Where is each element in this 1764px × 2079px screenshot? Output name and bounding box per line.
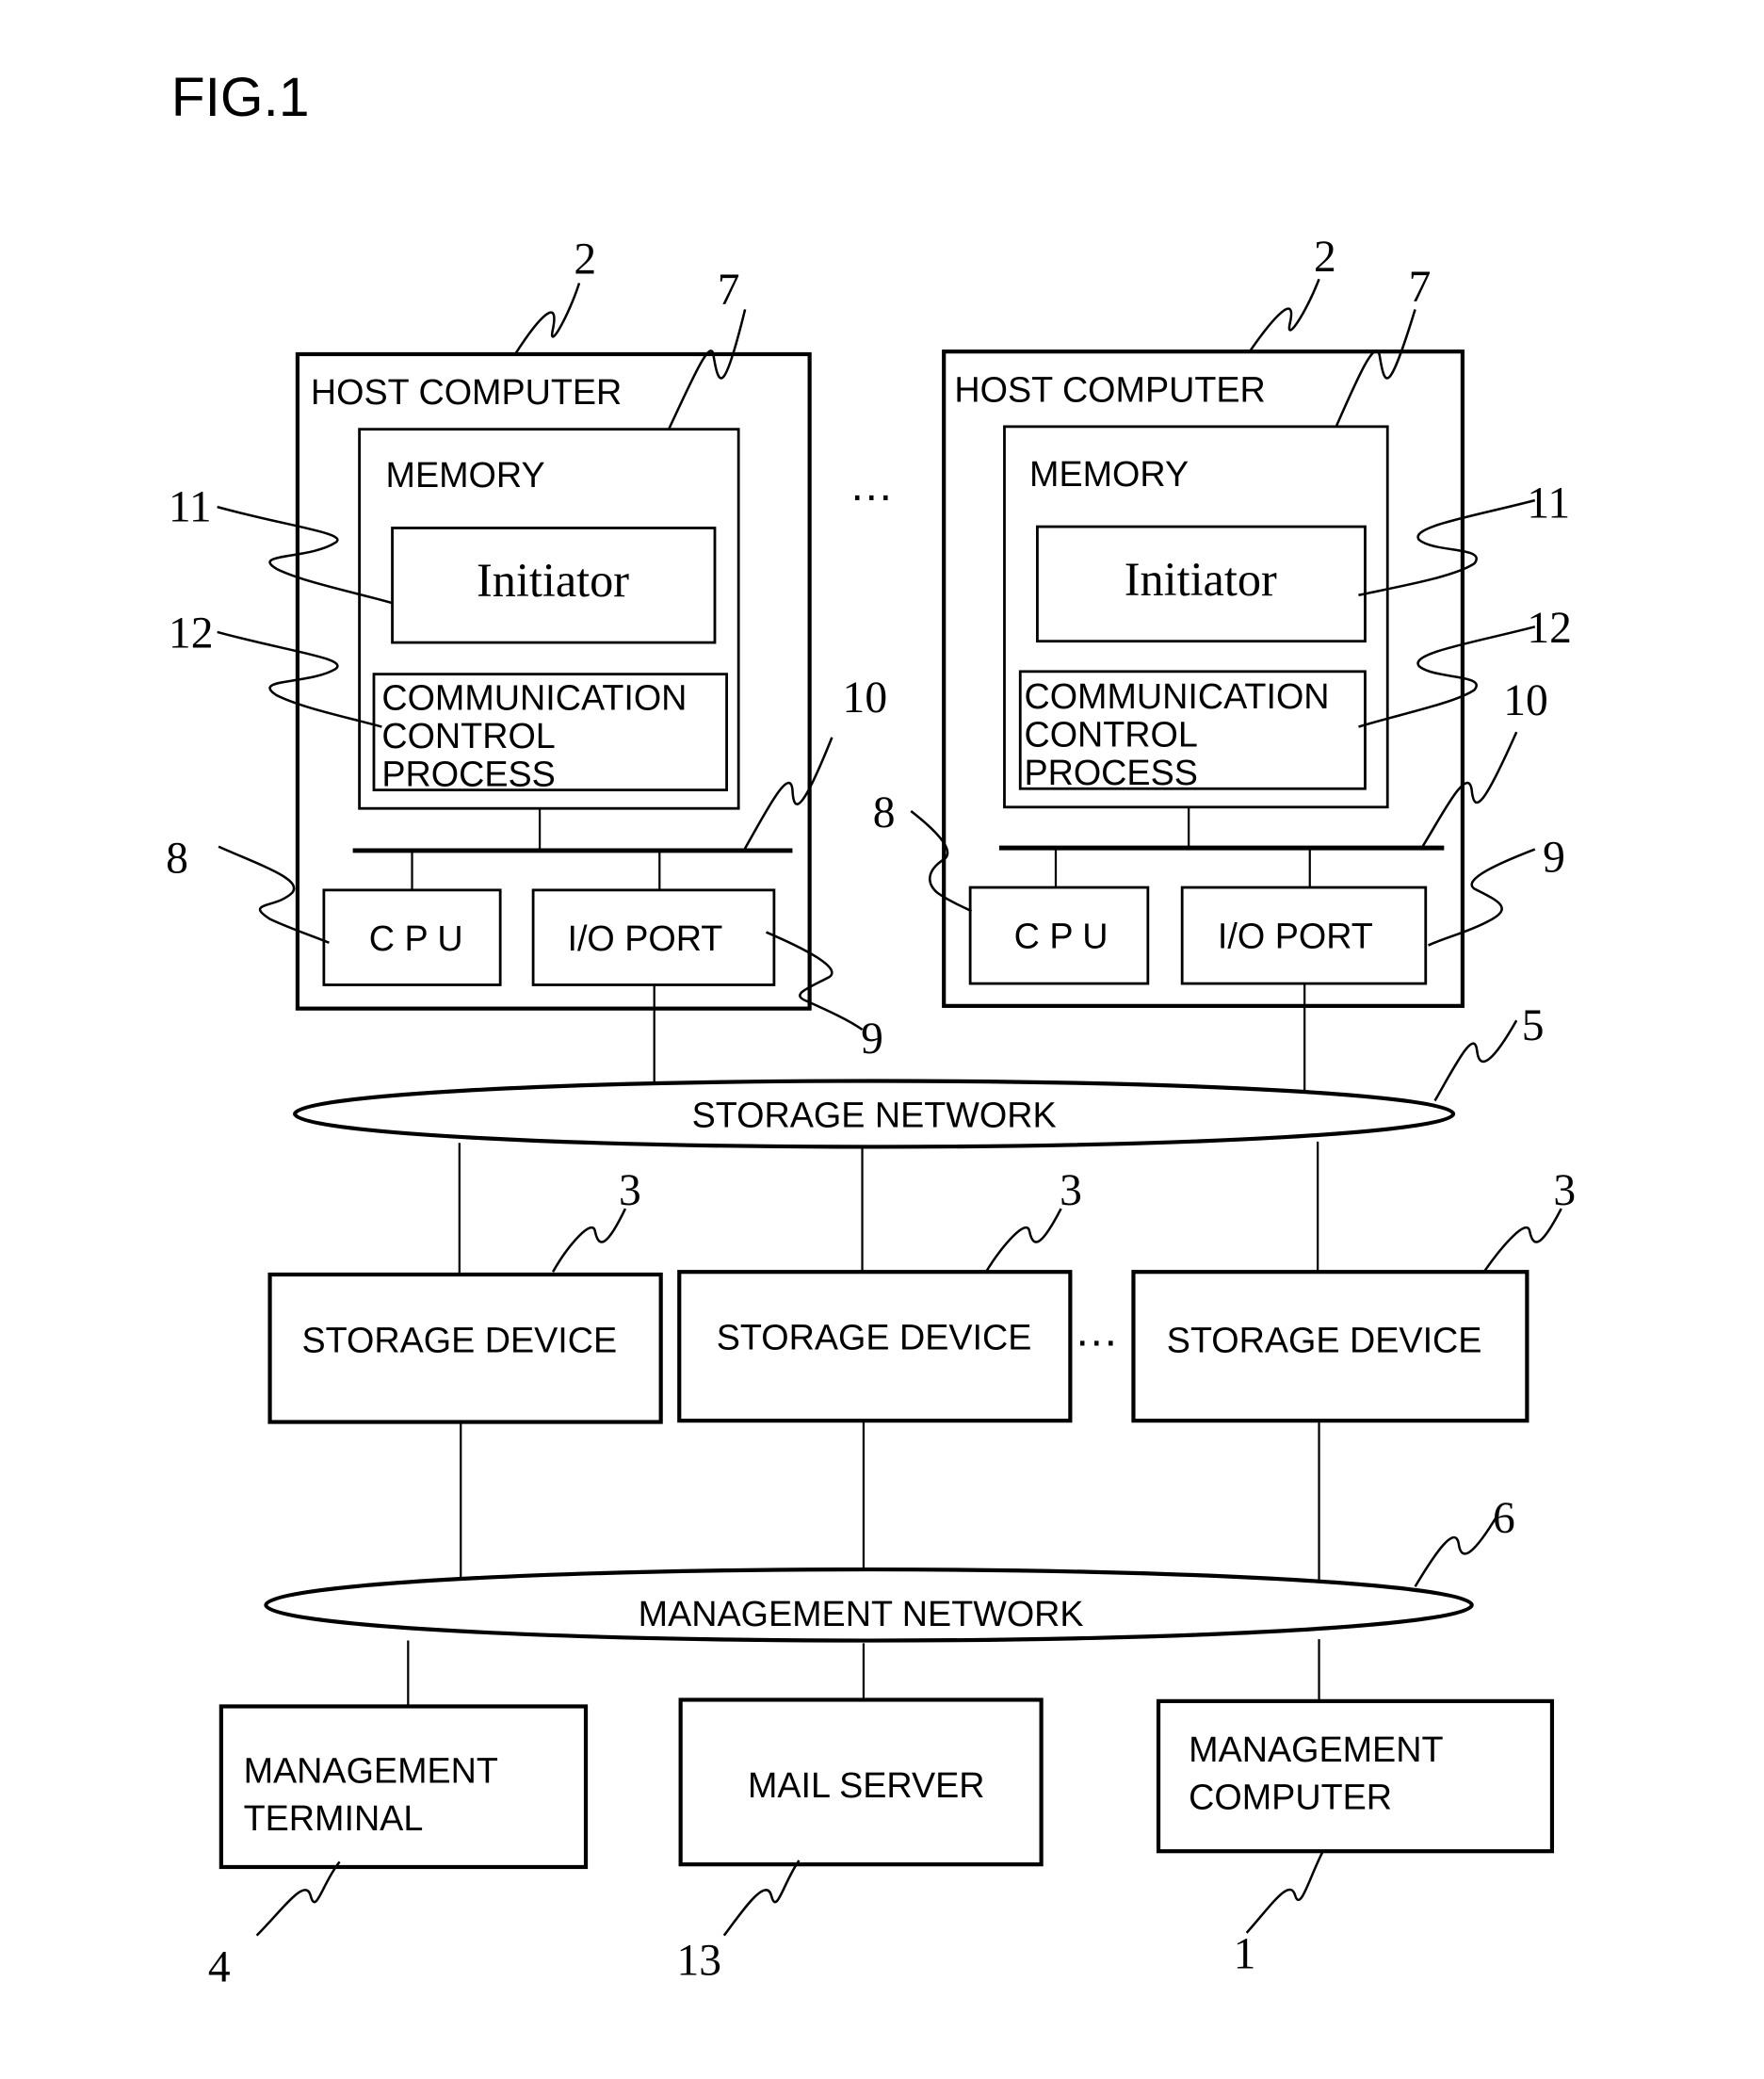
system-diagram: FIG.1 HOST COMPUTER 2 MEMORY 7 Initiator… <box>166 67 1576 1992</box>
storage-device-label: STORAGE DEVICE <box>301 1320 617 1359</box>
management-computer: MANAGEMENT COMPUTER 1 <box>1156 1698 1555 1979</box>
management-network-label: MANAGEMENT NETWORK <box>639 1594 1084 1633</box>
ref-label-7: 7 <box>718 266 740 315</box>
ref-leader-5 <box>1433 1019 1518 1102</box>
management-terminal: MANAGEMENT TERMINAL 4 <box>208 1704 589 1992</box>
ref-label-6: 6 <box>1493 1494 1515 1543</box>
ref-leader-3 <box>551 1208 627 1273</box>
memory-label: MEMORY <box>1029 454 1189 494</box>
management-terminal-line-2: TERMINAL <box>244 1798 424 1838</box>
host-computer-label: HOST COMPUTER <box>954 369 1265 409</box>
ref-label-10: 10 <box>1503 676 1548 725</box>
management-terminal-line-1: MANAGEMENT <box>244 1751 498 1791</box>
ref-label-2: 2 <box>574 236 596 284</box>
ref-label-8: 8 <box>873 788 896 837</box>
ref-label-5: 5 <box>1522 1001 1545 1050</box>
cpu-label: C P U <box>369 918 463 958</box>
ref-label-12: 12 <box>169 609 214 658</box>
comm-line-2: CONTROL <box>381 716 555 755</box>
management-computer-line-2: COMPUTER <box>1189 1777 1392 1816</box>
ref-leader-13 <box>722 1860 801 1937</box>
ref-label-4: 4 <box>208 1943 231 1992</box>
io-port-label: I/O PORT <box>1218 916 1373 955</box>
host-ellipsis: … <box>850 461 895 511</box>
comm-line-3: PROCESS <box>381 754 555 793</box>
storage-device-3: STORAGE DEVICE 3 <box>1131 1166 1576 1423</box>
ref-label-11: 11 <box>169 482 212 531</box>
cpu-label: C P U <box>1014 916 1109 955</box>
comm-line-3: PROCESS <box>1024 753 1197 792</box>
comm-line-1: COMMUNICATION <box>1024 676 1329 716</box>
mail-server-label: MAIL SERVER <box>748 1765 985 1805</box>
initiator-label: Initiator <box>477 554 629 607</box>
ref-label-8: 8 <box>166 835 188 884</box>
ref-label-9: 9 <box>1543 833 1565 882</box>
figure-title: FIG.1 <box>171 67 310 128</box>
host-computer-2: HOST COMPUTER 2 MEMORY 7 Initiator 11 CO… <box>873 233 1572 1008</box>
memory-label: MEMORY <box>386 455 545 495</box>
ref-leader-4 <box>255 1860 341 1937</box>
ref-label-11: 11 <box>1527 479 1570 528</box>
storage-network-label: STORAGE NETWORK <box>692 1095 1057 1134</box>
host-computer-label: HOST COMPUTER <box>311 372 622 412</box>
ref-label-12: 12 <box>1527 604 1572 653</box>
comm-line-1: COMMUNICATION <box>381 677 687 717</box>
ref-label-2: 2 <box>1314 233 1336 282</box>
storage-ellipsis: … <box>1075 1306 1120 1356</box>
ref-leader-2 <box>1249 278 1320 351</box>
mail-server: MAIL SERVER 13 <box>676 1697 1044 1986</box>
ref-label-7: 7 <box>1409 263 1432 312</box>
management-network: MANAGEMENT NETWORK 6 <box>264 1494 1515 1643</box>
management-computer-line-1: MANAGEMENT <box>1189 1730 1443 1769</box>
comm-line-2: CONTROL <box>1024 715 1197 755</box>
ref-label-9: 9 <box>861 1015 883 1064</box>
io-port-label: I/O PORT <box>567 918 722 958</box>
ref-label-3: 3 <box>1060 1166 1082 1215</box>
ref-label-3: 3 <box>1553 1166 1576 1215</box>
storage-device-2: STORAGE DEVICE 3 <box>677 1166 1082 1423</box>
ref-label-10: 10 <box>843 674 888 723</box>
storage-device-label: STORAGE DEVICE <box>1167 1320 1482 1359</box>
ref-label-13: 13 <box>676 1937 721 1986</box>
storage-device-label: STORAGE DEVICE <box>717 1318 1032 1357</box>
host-computer-1: HOST COMPUTER 2 MEMORY 7 Initiator 11 CO… <box>166 236 887 1064</box>
ref-label-3: 3 <box>619 1166 641 1215</box>
ref-leader-6 <box>1414 1513 1499 1587</box>
ref-label-1: 1 <box>1234 1930 1256 1979</box>
initiator-label: Initiator <box>1125 553 1277 606</box>
ref-leader-3 <box>1483 1208 1562 1272</box>
storage-network: STORAGE NETWORK 5 <box>293 1001 1545 1149</box>
storage-device-1: STORAGE DEVICE 3 <box>267 1166 663 1424</box>
ref-leader-3 <box>984 1208 1062 1273</box>
ref-leader-2 <box>514 283 581 354</box>
ref-leader-1 <box>1245 1850 1324 1934</box>
